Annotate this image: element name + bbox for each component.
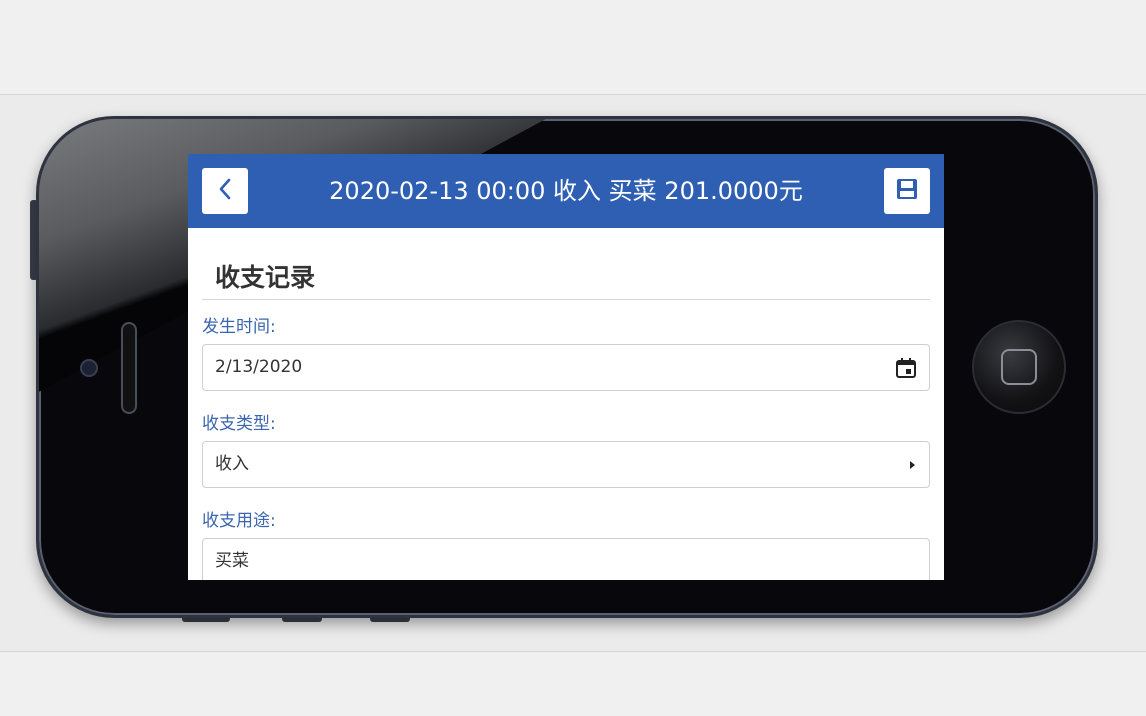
back-button[interactable] (202, 168, 248, 214)
phone-speaker (121, 322, 137, 414)
section-title: 收支记录 (215, 263, 316, 292)
purpose-input[interactable]: 买菜 (202, 538, 930, 580)
type-select[interactable]: 收入 (202, 441, 930, 488)
date-label: 发生时间: (202, 317, 276, 337)
type-label: 收支类型: (202, 414, 276, 434)
save-button[interactable] (884, 168, 930, 214)
date-field[interactable]: 2/13/2020 (202, 344, 930, 391)
section-divider (202, 299, 930, 300)
home-button[interactable] (972, 320, 1066, 414)
purpose-value: 买菜 (215, 551, 249, 571)
type-value: 收入 (215, 454, 249, 474)
home-square-icon (1001, 349, 1037, 385)
calendar-icon[interactable] (895, 345, 917, 390)
phone-camera (80, 359, 98, 377)
app-screen: 2020-02-13 00:00 收入 买菜 201.0000元 收支记录 发生… (188, 154, 944, 580)
caret-right-icon (907, 442, 917, 487)
record-title: 2020-02-13 00:00 收入 买菜 201.0000元 (329, 177, 803, 205)
date-value: 2/13/2020 (215, 357, 303, 377)
chevron-left-icon (217, 178, 233, 204)
top-bar: 2020-02-13 00:00 收入 买菜 201.0000元 (188, 154, 944, 228)
purpose-label: 收支用途: (202, 511, 276, 531)
save-icon (896, 178, 918, 204)
